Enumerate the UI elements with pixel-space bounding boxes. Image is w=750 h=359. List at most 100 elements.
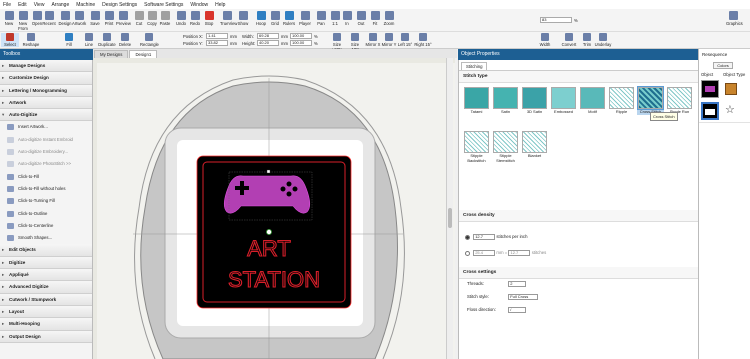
position-y-input[interactable]: 33.82	[206, 40, 228, 46]
toolbox-section-digitize[interactable]: Digitize	[0, 256, 92, 270]
undo-button[interactable]: Undo	[174, 11, 188, 26]
new-from-button[interactable]: New From	[16, 11, 30, 31]
new-button[interactable]: New	[2, 11, 16, 26]
menu-item-view[interactable]: View	[34, 2, 45, 8]
design-canvas[interactable]: ART STATION	[93, 58, 455, 359]
right-15--tool[interactable]: Right 15°	[414, 33, 432, 47]
width-tool[interactable]: Width	[536, 33, 554, 47]
menu-item-file[interactable]: File	[3, 2, 11, 8]
convert-tool[interactable]: Convert	[560, 33, 578, 47]
threads-select[interactable]: 2	[508, 281, 527, 287]
print-button[interactable]: Print	[102, 11, 116, 26]
design-button[interactable]: Design	[58, 11, 72, 26]
stitch-type-stipple-backstitch[interactable]: Stipple Backstitch	[463, 131, 490, 163]
left-15--tool[interactable]: Left 15°	[396, 33, 414, 47]
menu-item-arrange[interactable]: Arrange	[51, 2, 69, 8]
stitch-type-cross-stitch[interactable]: Cross Stitch	[637, 86, 664, 115]
delete-tool[interactable]: Delete	[116, 33, 134, 47]
duplicate-tool[interactable]: Duplicate	[98, 33, 116, 47]
position-x-input[interactable]: 1.41	[206, 33, 228, 39]
toolbox-item-click-to-fill[interactable]: Click-to-Fill	[0, 171, 92, 183]
trueview-button[interactable]: TrueView	[220, 11, 237, 26]
paste-button[interactable]: Paste	[158, 11, 172, 26]
menu-item-machine[interactable]: Machine	[76, 2, 95, 8]
stop-button[interactable]: Stop	[202, 11, 216, 26]
zoom-button[interactable]: Zoom	[382, 11, 396, 26]
toolbox-section-appliqu-[interactable]: Appliqué	[0, 269, 92, 282]
object-thumb-2[interactable]	[701, 102, 719, 120]
stitch-type-3d-satin[interactable]: 3D Satin	[521, 87, 548, 115]
height-pct-input[interactable]: 100.00	[290, 40, 312, 46]
zoom-input[interactable]: 83	[540, 17, 572, 23]
player-button[interactable]: Player	[298, 11, 312, 26]
stitch-type-motif[interactable]: Motif	[579, 87, 606, 115]
in-button[interactable]: In	[340, 11, 354, 26]
fit-button[interactable]: Fit	[368, 11, 382, 26]
stitch-type-embossed[interactable]: Embossed	[550, 87, 577, 115]
menu-item-software-settings[interactable]: Software Settings	[144, 2, 183, 8]
rotate-handle[interactable]	[265, 228, 272, 235]
pan-button[interactable]: Pan	[314, 11, 328, 26]
scroll-thumb[interactable]	[448, 208, 452, 228]
toolbox-section-manage-designs[interactable]: Manage Designs	[0, 60, 92, 73]
preview-button[interactable]: Preview	[116, 11, 131, 26]
density-input[interactable]: 12.7	[473, 234, 496, 240]
toolbox-item-click-to-turning-fill[interactable]: Click-to-Turning Fill	[0, 195, 92, 207]
tab-design1[interactable]: Design1	[129, 50, 158, 58]
menu-item-design-settings[interactable]: Design Settings	[102, 2, 137, 8]
stitch-style-select[interactable]: Full Cross	[508, 294, 539, 300]
save-button[interactable]: Save	[88, 11, 102, 26]
tab-my-designs[interactable]: My Designs	[94, 50, 129, 58]
toolbox-section-advanced-digitize[interactable]: Advanced Digitize	[0, 281, 92, 294]
toolbox-item-smooth-shapes[interactable]: Smooth Shapes...	[0, 232, 92, 244]
redo-button[interactable]: Redo	[188, 11, 202, 26]
toolbox-section-auto-digitize[interactable]: Auto-Digitize	[0, 109, 92, 122]
menu-item-edit[interactable]: Edit	[18, 2, 27, 8]
cut-button[interactable]: Cut	[132, 11, 146, 26]
recent-button[interactable]: Recent	[42, 11, 56, 26]
toolbox-item-insert-artwork[interactable]: Insert Artwork...	[0, 121, 92, 133]
toolbox-section-cutwork-stumpwork[interactable]: Cutwork / Stumpwork	[0, 293, 92, 306]
density-radio-mm[interactable]	[465, 250, 470, 256]
stitch-type-single-run[interactable]: Single Run	[666, 87, 693, 115]
grid-button[interactable]: Grid	[268, 11, 282, 26]
width-pct-input[interactable]: 100.00	[290, 33, 312, 39]
fill-tool[interactable]: Fill	[60, 33, 78, 47]
toolbox-section-edit-objects[interactable]: Edit Objects	[0, 244, 92, 257]
underlay-tool[interactable]: Underlay	[594, 33, 612, 47]
line-tool[interactable]: Line	[80, 33, 98, 47]
toolbox-section-artwork[interactable]: Artwork	[0, 96, 92, 110]
toolbox-item-click-to-centerline[interactable]: Click-to-Centerline	[0, 220, 92, 232]
toolbox-item-auto-digitize-instant-embroid[interactable]: Auto-digitize Instant Embroid	[0, 134, 92, 146]
toolbox-item-auto-digitize-embroidery[interactable]: Auto-digitize Embroidery...	[0, 146, 92, 158]
artwork-button[interactable]: Artwork	[72, 11, 86, 26]
toolbox-section-lettering-monogramming[interactable]: Lettering / Monogramming	[0, 84, 92, 97]
stitch-type-satin[interactable]: Satin	[492, 87, 519, 115]
density-radio-spi[interactable]	[465, 234, 470, 240]
toolbox-item-click-to-fill-without-holes[interactable]: Click-to-Fill without holes	[0, 183, 92, 195]
toolbox-section-multi-hooping[interactable]: Multi-Hooping	[0, 318, 92, 331]
height-input[interactable]: 40.20	[257, 40, 279, 46]
density-stitches-input[interactable]: 12.7	[508, 250, 531, 256]
stitch-type-tatami[interactable]: Tatami	[463, 87, 490, 115]
hoop-button[interactable]: Hoop	[254, 11, 268, 26]
out-button[interactable]: Out	[354, 11, 368, 26]
menu-item-window[interactable]: Window	[190, 2, 208, 8]
toolbox-item-auto-digitize-photostitch[interactable]: Auto-digitize PhotoStitch >>	[0, 158, 92, 170]
show-button[interactable]: Show	[236, 11, 250, 26]
toolbox-item-click-to-outline[interactable]: Click-to-Outline	[0, 208, 92, 220]
colors-button[interactable]: Colors	[713, 62, 733, 69]
stitch-type-stipple-stemstitch[interactable]: Stipple Stemstitch	[492, 131, 519, 163]
tab-stitching[interactable]: Stitching	[461, 62, 488, 70]
stitch-type-ripple[interactable]: Ripple	[608, 87, 635, 115]
select-tool[interactable]: Select	[1, 33, 19, 47]
density-mm-input[interactable]: 25.4	[473, 250, 496, 256]
reshape-tool[interactable]: Reshape	[22, 33, 40, 47]
toolbox-section-layout[interactable]: Layout	[0, 305, 92, 319]
menu-item-help[interactable]: Help	[215, 2, 225, 8]
canvas-vertical-scrollbar[interactable]	[446, 58, 453, 359]
rulers-button[interactable]: Rulers	[282, 11, 296, 26]
width-input[interactable]: 69.28	[257, 33, 279, 39]
stitch-type-blanket[interactable]: Blanket	[521, 131, 548, 159]
graphics-button[interactable]: Graphics	[726, 11, 743, 26]
